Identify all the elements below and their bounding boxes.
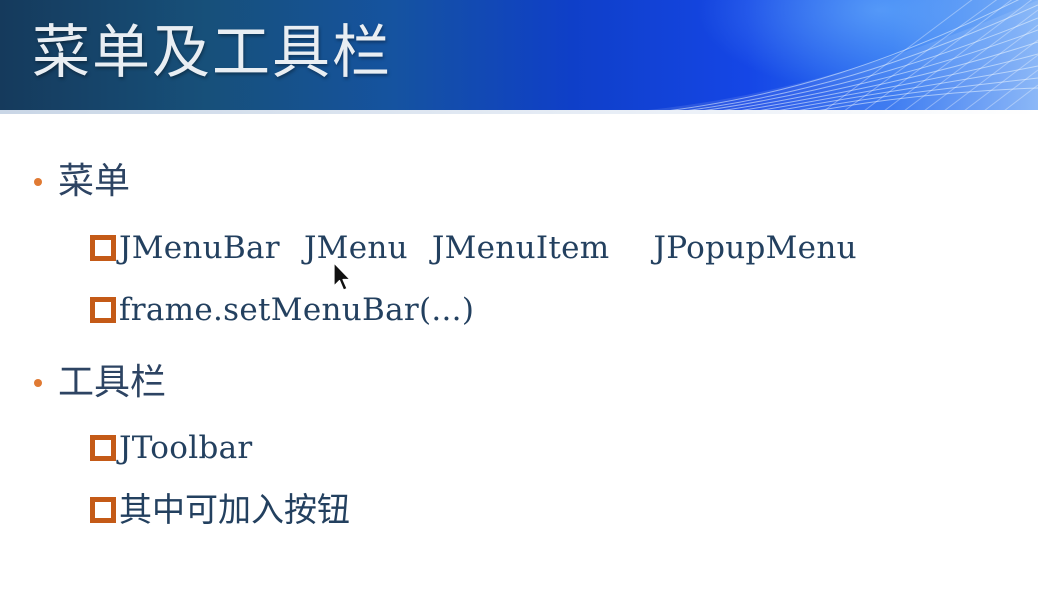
sub-item-text: 其中可加入按钮 [119, 490, 350, 529]
sub-item-text: JToolbar [119, 430, 253, 466]
sub-item-menu-classes: JMenuBar JMenu JMenuItem JPopupMenu [90, 228, 857, 268]
term-jmenubar: JMenuBar [119, 230, 280, 266]
hollow-square-icon [90, 297, 116, 323]
bullet-item-toolbar: 工具栏 [34, 361, 166, 405]
sub-item-text: frame.setMenuBar(...) [119, 292, 475, 328]
term-jpopupmenu: JPopupMenu [653, 230, 857, 266]
slide: 菜单及工具栏 菜单 JMenuBar JMenu JMenuItem JPopupMe… [0, 0, 1038, 597]
bullet-item-menu: 菜单 [34, 160, 130, 204]
sub-item-setmenubar: frame.setMenuBar(...) [90, 290, 474, 330]
hollow-square-icon [90, 235, 116, 261]
mouse-cursor-icon [333, 262, 351, 291]
bullet-heading: 菜单 [58, 161, 131, 202]
term-jmenu: JMenu [303, 230, 408, 266]
hollow-square-icon [90, 497, 116, 523]
sub-item-text: JMenuBar JMenu JMenuItem JPopupMenu [119, 228, 857, 268]
title-banner: 菜单及工具栏 [0, 0, 1038, 114]
banner-divider [0, 110, 1038, 114]
sub-item-add-buttons: 其中可加入按钮 [90, 490, 350, 530]
bullet-heading: 工具栏 [58, 362, 167, 403]
page-title: 菜单及工具栏 [32, 18, 393, 86]
orange-dot-icon [34, 178, 42, 186]
hollow-square-icon [90, 435, 116, 461]
term-jmenuitem: JMenuItem [431, 230, 610, 266]
orange-dot-icon [34, 379, 42, 387]
sub-item-jtoolbar: JToolbar [90, 428, 252, 468]
